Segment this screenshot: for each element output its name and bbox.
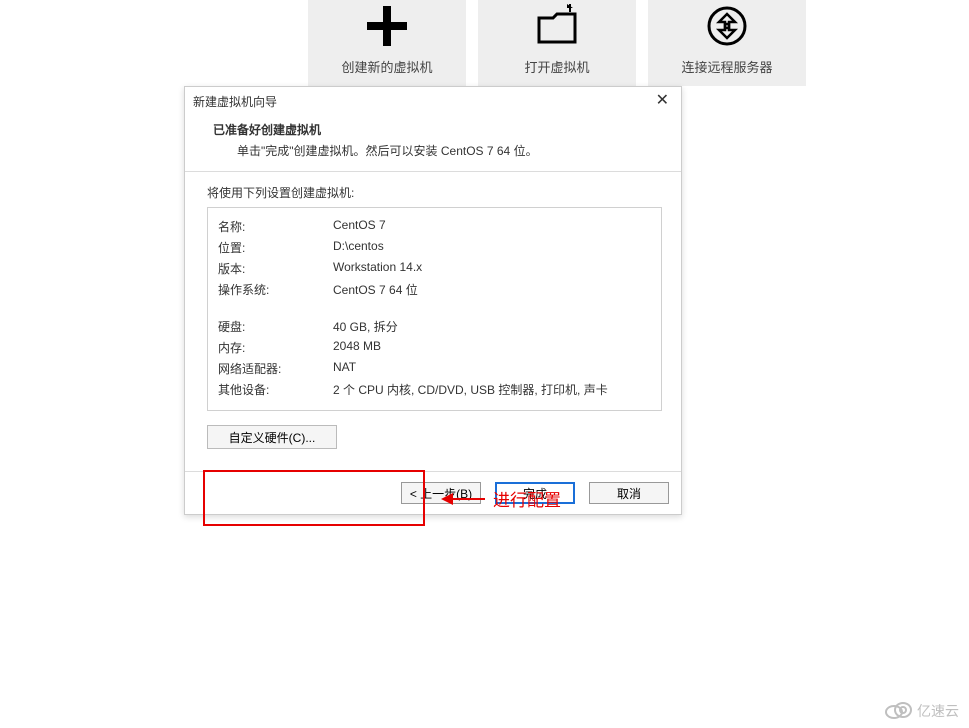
- setting-label: 网络适配器:: [218, 358, 333, 379]
- dialog-button-bar: < 上一步(B) 完成 取消: [185, 471, 681, 514]
- cancel-button[interactable]: 取消: [589, 482, 669, 504]
- settings-intro: 将使用下列设置创建虚拟机:: [207, 184, 659, 201]
- quick-actions-row: 创建新的虚拟机 打开虚拟机 连接远程服务器: [308, 0, 806, 86]
- setting-value: CentOS 7 64 位: [333, 279, 651, 300]
- header-title: 已准备好创建虚拟机: [213, 121, 661, 138]
- customize-hardware-button[interactable]: 自定义硬件(C)...: [207, 425, 337, 449]
- setting-label: 名称:: [218, 216, 333, 237]
- cloud-icon: [883, 699, 913, 722]
- dialog-titlebar: 新建虚拟机向导 ✕: [185, 87, 681, 115]
- header-subtitle: 单击"完成"创建虚拟机。然后可以安装 CentOS 7 64 位。: [213, 142, 661, 159]
- setting-row: 操作系统:CentOS 7 64 位: [218, 279, 651, 300]
- connect-remote-icon: [705, 4, 749, 51]
- setting-value: 2 个 CPU 内核, CD/DVD, USB 控制器, 打印机, 声卡: [333, 379, 651, 400]
- setting-row: 内存:2048 MB: [218, 337, 651, 358]
- watermark: 亿速云: [883, 699, 959, 722]
- tile-create-label: 创建新的虚拟机: [341, 57, 432, 76]
- setting-value: 40 GB, 拆分: [333, 316, 651, 337]
- folder-open-icon: [533, 4, 581, 51]
- setting-value: 2048 MB: [333, 337, 651, 358]
- tile-open-label: 打开虚拟机: [524, 57, 589, 76]
- dialog-body: 将使用下列设置创建虚拟机: 名称:CentOS 7 位置:D:\centos 版…: [185, 172, 681, 471]
- tile-connect-label: 连接远程服务器: [681, 57, 772, 76]
- setting-label: 其他设备:: [218, 379, 333, 400]
- tile-open-vm[interactable]: 打开虚拟机: [478, 0, 636, 86]
- setting-value: CentOS 7: [333, 216, 651, 237]
- setting-row: 硬盘:40 GB, 拆分: [218, 316, 651, 337]
- dialog-title: 新建虚拟机向导: [193, 93, 652, 110]
- tile-connect-remote[interactable]: 连接远程服务器: [648, 0, 806, 86]
- setting-row: 位置:D:\centos: [218, 237, 651, 258]
- close-icon[interactable]: ✕: [652, 93, 673, 109]
- watermark-text: 亿速云: [917, 701, 959, 721]
- setting-label: 操作系统:: [218, 279, 333, 300]
- plus-icon: [365, 4, 409, 51]
- setting-row: 名称:CentOS 7: [218, 216, 651, 237]
- setting-value: D:\centos: [333, 237, 651, 258]
- annotation-text: 进行配置: [493, 486, 561, 511]
- tile-create-vm[interactable]: 创建新的虚拟机: [308, 0, 466, 86]
- setting-row: 网络适配器:NAT: [218, 358, 651, 379]
- setting-label: 硬盘:: [218, 316, 333, 337]
- new-vm-wizard-dialog: 新建虚拟机向导 ✕ 已准备好创建虚拟机 单击"完成"创建虚拟机。然后可以安装 C…: [184, 86, 682, 515]
- setting-label: 版本:: [218, 258, 333, 279]
- dialog-header: 已准备好创建虚拟机 单击"完成"创建虚拟机。然后可以安装 CentOS 7 64…: [185, 115, 681, 172]
- annotation-arrow: 进行配置: [441, 486, 561, 511]
- setting-row: 其他设备:2 个 CPU 内核, CD/DVD, USB 控制器, 打印机, 声…: [218, 379, 651, 400]
- setting-value: Workstation 14.x: [333, 258, 651, 279]
- setting-value: NAT: [333, 358, 651, 379]
- setting-label: 位置:: [218, 237, 333, 258]
- setting-row: 版本:Workstation 14.x: [218, 258, 651, 279]
- setting-label: 内存:: [218, 337, 333, 358]
- settings-summary-box: 名称:CentOS 7 位置:D:\centos 版本:Workstation …: [207, 207, 662, 411]
